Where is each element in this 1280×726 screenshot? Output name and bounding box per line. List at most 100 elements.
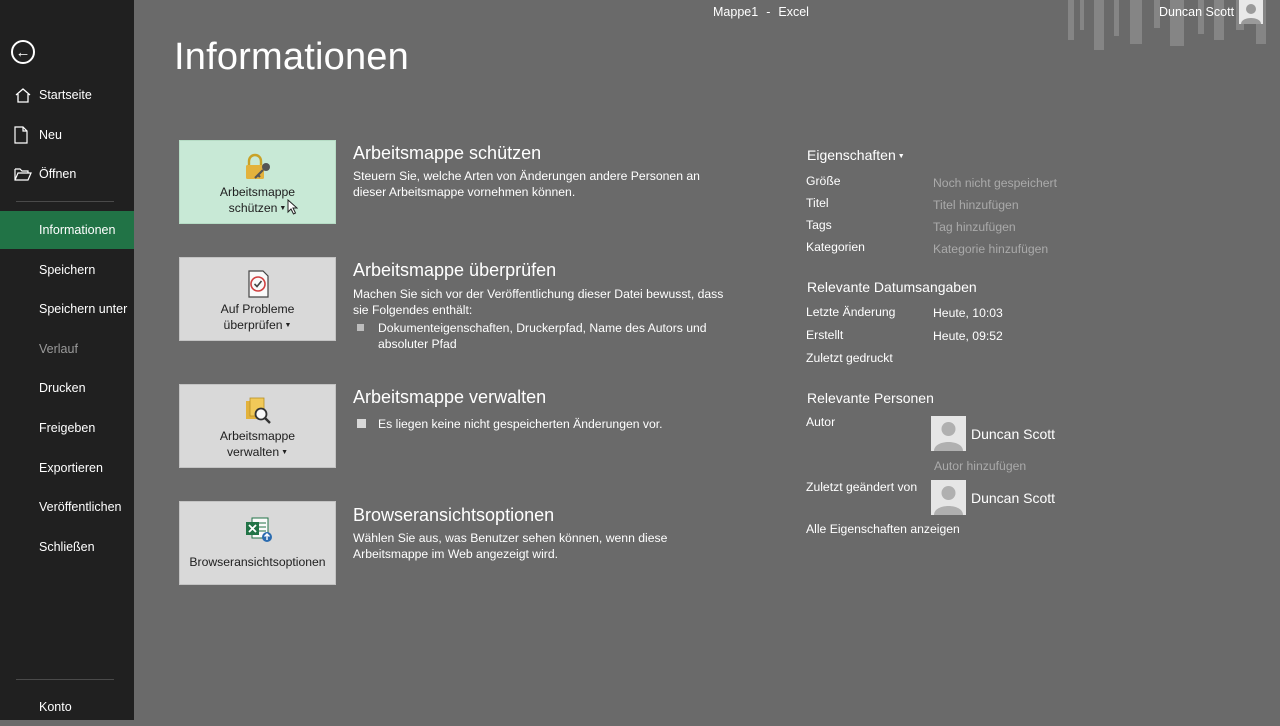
sidebar-item-label: Drucken	[39, 381, 86, 395]
button-label-line1: Auf Probleme	[220, 302, 295, 316]
categories-input[interactable]: Kategorie hinzufügen	[933, 242, 1048, 256]
inspect-bullet-item: Dokumenteigenschaften, Druckerpfad, Name…	[357, 320, 717, 352]
sidebar-item-label: Freigeben	[39, 421, 96, 435]
check-for-issues-button[interactable]: Auf Probleme überprüfen ▼	[179, 257, 336, 341]
sidebar-item-konto[interactable]: Konto	[0, 688, 134, 726]
protect-workbook-label: Arbeitsmappe schützen ▼	[180, 184, 335, 217]
mouse-cursor-icon	[287, 199, 298, 215]
button-label-line1: Arbeitsmappe	[219, 185, 296, 199]
show-all-properties-link[interactable]: Alle Eigenschaften anzeigen	[806, 522, 960, 536]
sidebar-item-verlauf: Verlauf	[0, 330, 134, 368]
date-label-modified: Letzte Änderung	[806, 305, 896, 319]
sidebar-divider	[16, 201, 114, 202]
property-label-title: Titel	[806, 196, 829, 210]
property-value-size: Noch nicht gespeichert	[933, 176, 1057, 190]
sidebar-item-label: Öffnen	[39, 167, 77, 181]
sidebar-item-schliessen[interactable]: Schließen	[0, 528, 134, 566]
sidebar-item-oeffnen[interactable]: Öffnen	[0, 155, 134, 193]
button-label-line2: schützen	[228, 201, 278, 215]
app-name: Excel	[778, 5, 809, 19]
sidebar-divider	[16, 679, 114, 680]
inspect-workbook-description: Machen Sie sich vor der Veröffentlichung…	[353, 287, 724, 317]
sidebar-item-freigeben[interactable]: Freigeben	[0, 409, 134, 447]
browser-view-title: Browseransichtsoptionen	[353, 505, 555, 525]
bullet-icon	[357, 324, 364, 331]
sidebar-item-exportieren[interactable]: Exportieren	[0, 449, 134, 487]
excel-web-icon	[180, 514, 335, 546]
manage-workbook-icon	[180, 395, 335, 427]
manage-bullet-text: Es liegen keine nicht gespeicherten Ände…	[378, 417, 663, 431]
date-value-modified: Heute, 10:03	[933, 306, 1003, 320]
sidebar-item-label: Verlauf	[39, 342, 78, 356]
inspect-document-icon	[180, 268, 335, 300]
manage-workbook-button[interactable]: Arbeitsmappe verwalten ▼	[179, 384, 336, 468]
sidebar-item-drucken[interactable]: Drucken	[0, 369, 134, 407]
user-avatar-icon[interactable]	[1239, 0, 1263, 24]
sidebar-item-speichern-unter[interactable]: Speichern unter	[0, 290, 134, 328]
protect-workbook-description: Steuern Sie, welche Arten von Änderungen…	[353, 169, 700, 199]
page-title: Informationen	[174, 36, 409, 78]
document-name: Mappe1	[713, 5, 759, 19]
sidebar-item-label: Speichern	[39, 263, 96, 277]
document-bullet-icon	[357, 419, 366, 428]
sidebar-item-startseite[interactable]: Startseite	[0, 76, 134, 114]
sidebar-item-label: Veröffentlichen	[39, 500, 122, 514]
sidebar-item-label: Exportieren	[39, 461, 103, 475]
sidebar-item-informationen[interactable]: Informationen	[0, 211, 134, 249]
dropdown-caret-icon: ▼	[279, 204, 287, 212]
sidebar-item-neu[interactable]: Neu	[0, 116, 134, 154]
add-author-input[interactable]: Autor hinzufügen	[934, 459, 1026, 473]
button-label-line2: überprüfen	[223, 318, 283, 332]
sidebar-item-label: Konto	[39, 700, 72, 714]
browser-view-description: Wählen Sie aus, was Benutzer sehen könne…	[353, 531, 668, 561]
sidebar-item-label: Informationen	[39, 223, 116, 237]
property-label-tags: Tags	[806, 218, 832, 232]
property-label-categories: Kategorien	[806, 240, 865, 254]
backstage-sidebar: ← Startseite Neu Öffnen Informationen Sp…	[0, 0, 134, 720]
dropdown-caret-icon: ▼	[284, 321, 292, 329]
dates-heading: Relevante Datumsangaben	[807, 279, 977, 295]
check-for-issues-label: Auf Probleme überprüfen ▼	[180, 301, 335, 334]
account-user-name[interactable]: Duncan Scott	[1159, 5, 1234, 19]
window-title: Mappe1- Excel	[713, 5, 809, 19]
tags-input[interactable]: Tag hinzufügen	[933, 220, 1016, 234]
protect-workbook-button[interactable]: Arbeitsmappe schützen ▼	[179, 140, 336, 224]
browser-view-options-button[interactable]: Browseransichtsoptionen	[179, 501, 336, 585]
button-label-line1: Arbeitsmappe	[219, 429, 296, 443]
modifier-name[interactable]: Duncan Scott	[971, 490, 1055, 506]
browser-view-options-label: Browseransichtsoptionen	[189, 555, 326, 569]
title-input[interactable]: Titel hinzufügen	[933, 198, 1019, 212]
people-heading: Relevante Personen	[807, 390, 934, 406]
protect-workbook-title: Arbeitsmappe schützen	[353, 143, 542, 163]
sidebar-item-label: Speichern unter	[39, 302, 128, 316]
new-document-icon	[14, 126, 38, 144]
date-label-printed: Zuletzt gedruckt	[806, 351, 893, 365]
dropdown-caret-icon: ▼	[281, 448, 289, 456]
properties-dropdown[interactable]: Eigenschaften ▼	[807, 147, 905, 163]
author-name[interactable]: Duncan Scott	[971, 426, 1055, 442]
sidebar-item-label: Schließen	[39, 540, 95, 554]
properties-heading: Eigenschaften	[807, 147, 896, 163]
date-label-created: Erstellt	[806, 328, 844, 342]
manage-workbook-label: Arbeitsmappe verwalten ▼	[180, 428, 335, 461]
manage-workbook-title: Arbeitsmappe verwalten	[353, 387, 547, 407]
author-avatar-icon	[931, 416, 966, 451]
lock-key-icon	[180, 151, 335, 183]
sidebar-item-label: Startseite	[39, 88, 92, 102]
inspect-workbook-title: Arbeitsmappe überprüfen	[353, 260, 557, 280]
title-separator: -	[766, 5, 771, 19]
modifier-avatar-icon	[931, 480, 966, 515]
property-label-size: Größe	[806, 174, 841, 188]
date-value-created: Heute, 09:52	[933, 329, 1003, 343]
back-arrow-icon[interactable]: ←	[11, 40, 35, 64]
author-label: Autor	[806, 415, 836, 429]
button-label-line2: verwalten	[226, 445, 280, 459]
sidebar-item-speichern[interactable]: Speichern	[0, 251, 134, 289]
chevron-down-icon: ▼	[897, 152, 905, 160]
inspect-bullet-text: Dokumenteigenschaften, Druckerpfad, Name…	[378, 321, 707, 351]
manage-bullet-item: Es liegen keine nicht gespeicherten Ände…	[357, 416, 717, 432]
sidebar-item-label: Neu	[39, 128, 62, 142]
last-modified-by-label: Zuletzt geändert von	[806, 480, 918, 494]
sidebar-item-veroeffentlichen[interactable]: Veröffentlichen	[0, 488, 134, 526]
home-icon	[14, 87, 38, 104]
